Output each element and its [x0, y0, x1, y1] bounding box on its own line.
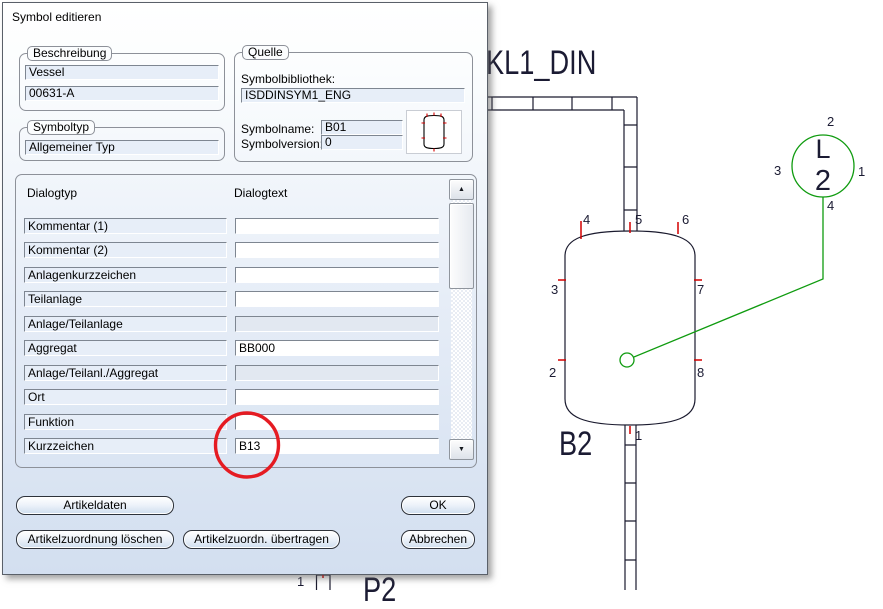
instrument-letter: L	[815, 134, 831, 164]
row-input-aggregat[interactable]	[235, 340, 439, 356]
row-label-aggregat: Aggregat	[24, 340, 227, 356]
row-input-anlage-teilanl-aggregat	[235, 365, 439, 381]
row-label-anlagenkurzzeichen: Anlagenkurzzeichen	[24, 267, 227, 283]
scroll-up-arrow-icon: ▲	[458, 186, 465, 193]
scrollbar-down-button[interactable]: ▼	[449, 439, 474, 460]
measurement-point-circle	[619, 352, 635, 368]
row-input-kommentar-1[interactable]	[235, 218, 439, 234]
symboltyp-caption: Symboltyp	[27, 120, 96, 135]
row-label-kurzzeichen: Kurzzeichen	[24, 438, 227, 454]
vessel-port-1: 1	[635, 428, 643, 443]
row-input-anlagenkurzzeichen[interactable]	[235, 267, 439, 283]
artikelzuordnung-loeschen-button[interactable]: Artikelzuordnung löschen	[16, 530, 174, 549]
scrollbar-thumb[interactable]	[449, 203, 474, 289]
scrollbar-up-button[interactable]: ▲	[449, 179, 474, 200]
row-input-kommentar-2[interactable]	[235, 242, 439, 258]
vessel-port-7: 7	[697, 282, 705, 297]
row-label-ort: Ort	[24, 389, 227, 405]
description-name-field: Vessel	[25, 65, 219, 80]
row-label-anlage-teilanlage: Anlage/Teilanlage	[24, 316, 227, 332]
ok-button[interactable]: OK	[401, 496, 475, 515]
row-input-anlage-teilanlage	[235, 316, 439, 332]
col-header-dialogtyp: Dialogtyp	[27, 186, 78, 200]
dialog-title: Symbol editieren	[12, 10, 102, 24]
beschreibung-caption: Beschreibung	[27, 46, 113, 61]
red-circle-annotation	[213, 411, 281, 479]
symbol-preview	[406, 110, 462, 154]
vessel-port-2: 2	[549, 365, 557, 380]
vessel-port-6: 6	[682, 212, 690, 227]
symbolbibliothek-label: Symbolbibliothek:	[241, 72, 336, 86]
instrument-port-2: 2	[827, 114, 835, 129]
row-label-teilanlage: Teilanlage	[24, 291, 227, 307]
symbolbibliothek-field: ISDDINSYM1_ENG	[241, 88, 465, 103]
vessel-port-4: 4	[583, 212, 591, 227]
row-input-ort[interactable]	[235, 389, 439, 405]
pump-port-1: 1	[297, 574, 305, 589]
row-label-anlage-teilanl-aggregat: Anlage/Teilanl./Aggregat	[24, 365, 227, 381]
symbolname-field: B01	[321, 120, 403, 135]
quelle-caption: Quelle	[242, 45, 289, 60]
symbol-preview-vessel-icon	[421, 112, 447, 152]
symbol-editieren-dialog: Symbol editieren Beschreibung Vessel 006…	[2, 2, 488, 575]
sheet-title: KL1_DIN	[486, 44, 597, 82]
col-header-dialogtext: Dialogtext	[234, 186, 288, 200]
row-input-teilanlage[interactable]	[235, 291, 439, 307]
beschreibung-group: Beschreibung	[19, 46, 225, 111]
symboltyp-field: Allgemeiner Typ	[25, 140, 219, 155]
symbolversion-label: Symbolversion:	[241, 137, 324, 151]
abbrechen-button[interactable]: Abbrechen	[401, 530, 475, 549]
symbolname-label: Symbolname:	[241, 122, 315, 136]
symbolversion-field: 0	[321, 135, 403, 150]
vessel-port-8: 8	[697, 365, 705, 380]
artikelzuordn-uebertragen-button[interactable]: Artikelzuordn. übertragen	[183, 530, 340, 549]
vessel-outline	[564, 230, 696, 426]
row-label-kommentar-2: Kommentar (2)	[24, 242, 227, 258]
instrument-port-4: 4	[827, 198, 835, 213]
artikeldaten-button[interactable]: Artikeldaten	[16, 496, 174, 515]
row-label-kommentar-1: Kommentar (1)	[24, 218, 227, 234]
vessel-tag: B2	[559, 425, 593, 463]
vessel-port-5: 5	[635, 212, 643, 227]
scroll-down-arrow-icon: ▼	[458, 446, 465, 453]
row-label-funktion: Funktion	[24, 414, 227, 430]
pump-tag: P2	[363, 571, 397, 609]
instrument-port-3: 3	[774, 163, 782, 178]
instrument-port-1: 1	[858, 164, 866, 179]
instrument-number: 2	[814, 165, 832, 197]
description-number-field: 00631-A	[25, 86, 219, 101]
table-scrollbar[interactable]: ▲ ▼	[449, 179, 474, 460]
vessel-port-3: 3	[551, 282, 559, 297]
